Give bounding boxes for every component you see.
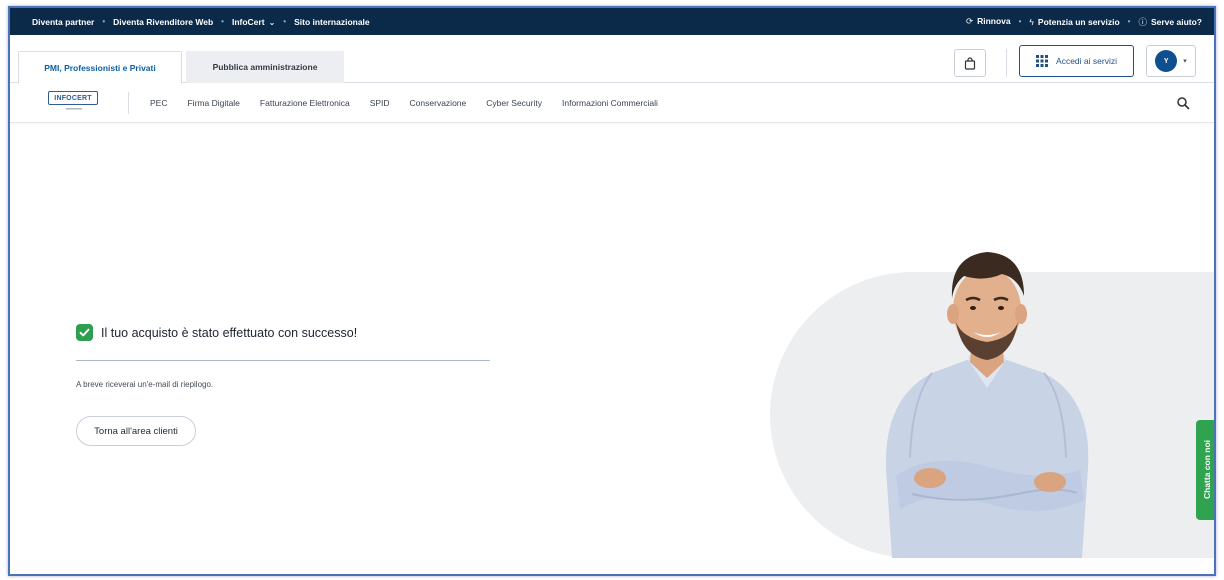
nav-items: PEC Firma Digitale Fatturazione Elettron… bbox=[150, 83, 658, 123]
link-potenzia[interactable]: ϟ Potenzia un servizio bbox=[1029, 17, 1119, 27]
avatar: Y bbox=[1155, 50, 1178, 72]
header-separator bbox=[1006, 49, 1007, 77]
aiuto-label: Serve aiuto? bbox=[1150, 16, 1202, 27]
content-divider bbox=[76, 360, 490, 361]
check-icon bbox=[76, 324, 93, 341]
link-serve-aiuto[interactable]: ⓘ Serve aiuto? bbox=[1138, 16, 1202, 28]
cart-button[interactable] bbox=[954, 49, 986, 77]
dot-separator: • bbox=[1127, 17, 1131, 26]
main-nav: INFOCERT PEC Firma Digitale Fatturazione… bbox=[10, 83, 1214, 123]
dot-separator: • bbox=[221, 17, 224, 26]
link-infocert-dropdown[interactable]: InfoCert ⌄ bbox=[232, 17, 275, 27]
chevron-down-icon: ▾ bbox=[1183, 58, 1187, 65]
accedi-label: Accedi ai servizi bbox=[1056, 56, 1117, 66]
chat-button[interactable]: Chatta con noi bbox=[1196, 420, 1214, 520]
potenzia-label: Potenzia un servizio bbox=[1037, 16, 1120, 27]
chat-label: Chatta con noi bbox=[1202, 440, 1212, 500]
confirmation-text: A breve riceverai un'e-mail di riepilogo… bbox=[76, 380, 214, 389]
top-utility-bar: Diventa partner • Diventa Rivenditore We… bbox=[10, 8, 1214, 35]
top-right-links: ⟳ Rinnova • ϟ Potenzia un servizio • ⓘ Serv… bbox=[966, 16, 1202, 28]
infocert-label: InfoCert bbox=[231, 16, 265, 27]
nav-item-fatturazione[interactable]: Fatturazione Elettronica bbox=[260, 98, 350, 108]
help-icon: ⓘ bbox=[1138, 16, 1147, 27]
bolt-icon: ϟ bbox=[1029, 16, 1034, 27]
nav-item-firma-digitale[interactable]: Firma Digitale bbox=[187, 98, 239, 108]
link-sito-internazionale[interactable]: Sito internazionale bbox=[294, 17, 370, 27]
dot-separator: • bbox=[1018, 17, 1022, 26]
nav-item-conservazione[interactable]: Conservazione bbox=[410, 98, 467, 108]
chevron-down-icon: ⌄ bbox=[268, 17, 276, 27]
infocert-logo[interactable]: INFOCERT bbox=[48, 91, 100, 115]
person-illustration bbox=[885, 252, 1089, 558]
success-title: Il tuo acquisto è stato effettuato con s… bbox=[101, 325, 358, 340]
user-menu-button[interactable]: Y ▾ bbox=[1146, 45, 1196, 77]
tab-pubblica-amministrazione[interactable]: Pubblica amministrazione bbox=[186, 51, 344, 83]
shopping-bag-icon bbox=[964, 56, 976, 70]
audience-tab-row: PMI, Professionisti e Privati Pubblica a… bbox=[10, 35, 1214, 84]
link-diventa-partner[interactable]: Diventa partner bbox=[32, 17, 94, 27]
browser-frame: Diventa partner • Diventa Rivenditore We… bbox=[8, 6, 1216, 576]
link-rinnova[interactable]: ⟳ Rinnova bbox=[966, 16, 1011, 27]
nav-item-spid[interactable]: SPID bbox=[370, 98, 390, 108]
success-message-row: Il tuo acquisto è stato effettuato con s… bbox=[76, 324, 357, 341]
search-icon[interactable] bbox=[1176, 96, 1190, 110]
logo-tagline bbox=[48, 107, 100, 111]
rinnova-label: Rinnova bbox=[977, 16, 1011, 26]
dot-separator: • bbox=[102, 17, 106, 26]
dot-separator: • bbox=[283, 17, 287, 26]
tab-pmi-professionisti[interactable]: PMI, Professionisti e Privati bbox=[18, 51, 182, 84]
accedi-ai-servizi-button[interactable]: Accedi ai servizi bbox=[1019, 45, 1134, 77]
logo-text: INFOCERT bbox=[48, 91, 98, 105]
nav-item-informazioni-commerciali[interactable]: Informazioni Commerciali bbox=[562, 98, 658, 108]
grid-icon bbox=[1036, 55, 1049, 67]
top-left-links: Diventa partner • Diventa Rivenditore We… bbox=[32, 17, 370, 27]
torna-area-clienti-button[interactable]: Torna all'area clienti bbox=[76, 416, 196, 446]
logo-separator bbox=[128, 92, 129, 114]
nav-item-pec[interactable]: PEC bbox=[150, 98, 167, 108]
link-rivenditore-web[interactable]: Diventa Rivenditore Web bbox=[113, 17, 213, 27]
nav-item-cyber-security[interactable]: Cyber Security bbox=[486, 98, 542, 108]
refresh-icon: ⟳ bbox=[965, 16, 974, 26]
